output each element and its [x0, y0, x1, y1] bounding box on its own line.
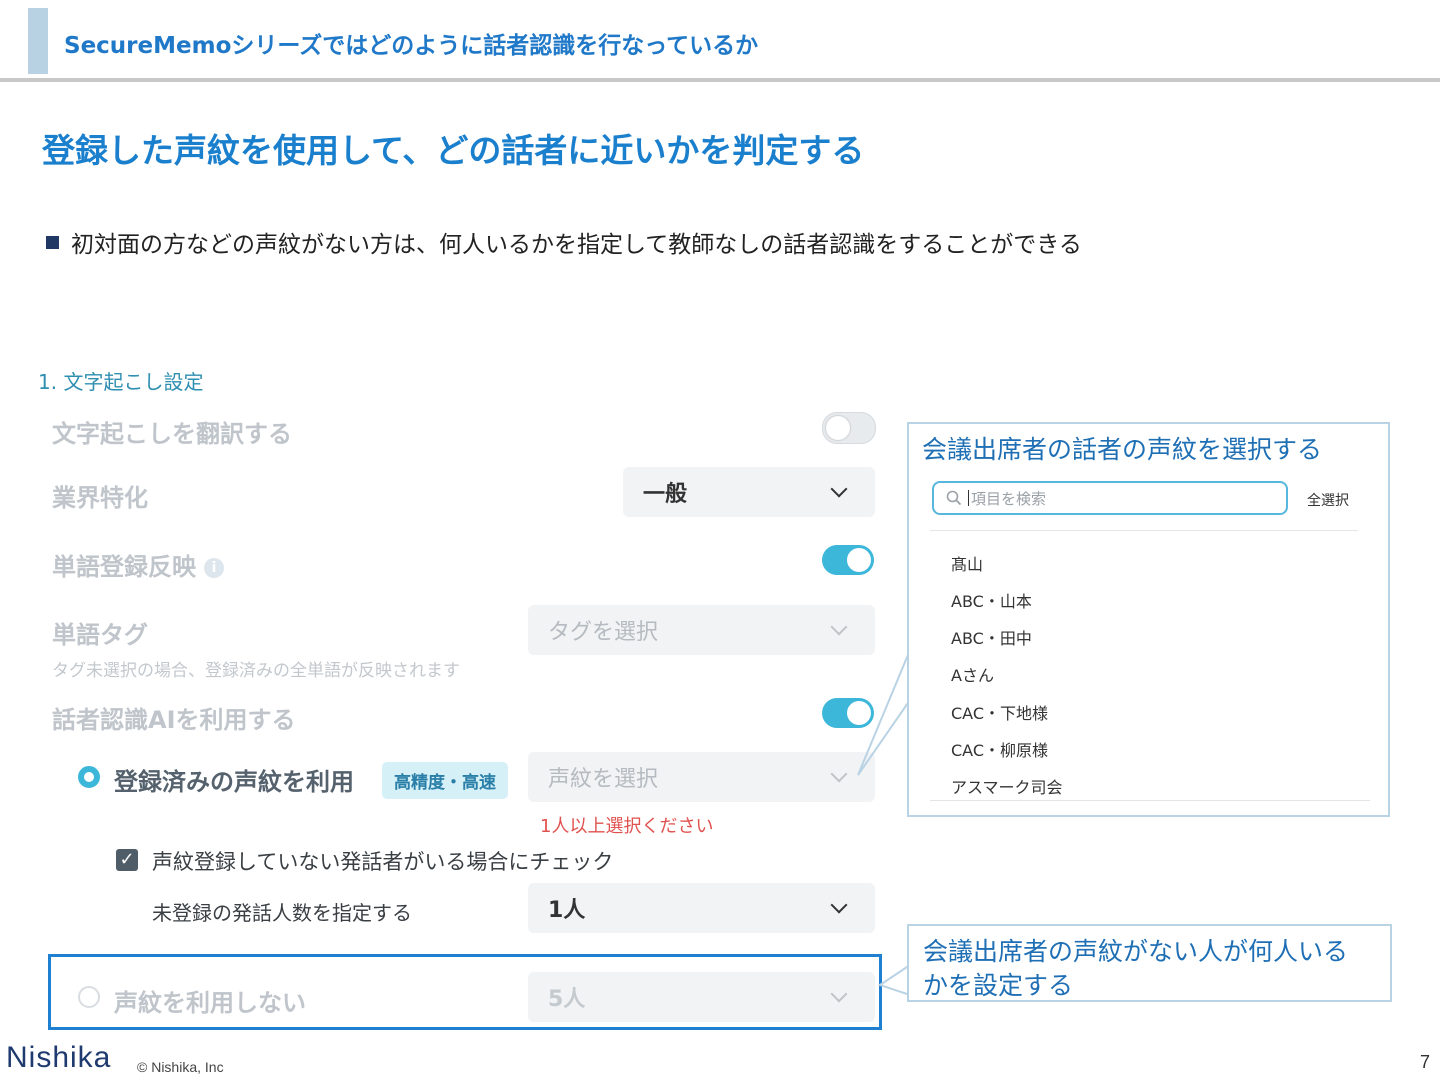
- dropdown-item[interactable]: CAC・柳原様: [951, 737, 1048, 761]
- dropdown-item[interactable]: 髙山: [951, 551, 983, 575]
- search-icon: [946, 490, 962, 506]
- dropdown-item[interactable]: アスマーク司会: [951, 774, 1063, 798]
- select-all-button[interactable]: 全選択: [1307, 490, 1349, 510]
- dropdown-divider: [930, 530, 1358, 531]
- unregistered-callout-line1: 会議出席者の声紋がない人が何人いる: [923, 937, 1349, 966]
- voiceprint-callout-text: 会議出席者の話者の声紋を選択する: [922, 435, 1323, 464]
- page-number: 7: [1420, 1052, 1431, 1072]
- dropdown-search-input[interactable]: 項目を検索: [932, 481, 1288, 515]
- nishika-logo: Nishika: [6, 1041, 112, 1074]
- unregistered-callout-line2: かを設定する: [923, 971, 1074, 1000]
- dropdown-item[interactable]: ABC・山本: [951, 588, 1032, 612]
- dropdown-item[interactable]: Aさん: [951, 662, 994, 686]
- dropdown-item[interactable]: ABC・田中: [951, 625, 1032, 649]
- dropdown-item[interactable]: CAC・下地様: [951, 700, 1048, 724]
- copyright: © Nishika, Inc: [137, 1059, 224, 1075]
- dropdown-search-placeholder: 項目を検索: [971, 489, 1047, 508]
- dropdown-bottom-edge: [930, 800, 1370, 801]
